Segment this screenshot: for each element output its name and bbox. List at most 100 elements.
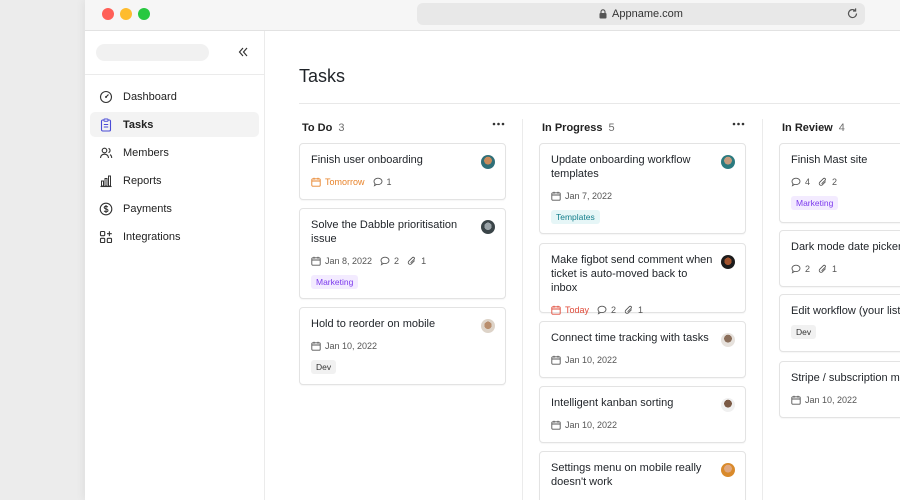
task-card[interactable]: Make figbot send comment when ticket is … [539,243,746,315]
sidebar-item-members[interactable]: Members [90,140,259,165]
task-card[interactable]: Finish user onboarding Tomorrow 1 [299,143,506,200]
task-card[interactable]: Hold to reorder on mobile Jan 10, 2022 D… [299,307,506,385]
sidebar-item-reports[interactable]: Reports [90,168,259,193]
task-card[interactable]: Stripe / subscription ma Jan 10, 2022 [779,361,900,418]
attachment-count: 1 [407,256,426,266]
close-window-button[interactable] [102,8,114,20]
avatar [481,220,495,234]
sidebar-search-input[interactable] [96,44,209,61]
calendar-icon [311,177,321,187]
task-meta: Jan 8, 2022 2 1 [311,254,494,268]
task-card[interactable]: Intelligent kanban sorting Jan 10, 2022 [539,386,746,443]
due-date: Tomorrow [311,177,365,187]
attachment-count: 1 [624,305,643,315]
due-date: Jan 10, 2022 [551,355,617,365]
task-card[interactable]: Dark mode date picker 2 1 [779,230,900,287]
task-title: Stripe / subscription ma [791,372,900,384]
attachment-count: 1 [818,264,837,274]
calendar-icon [791,395,801,405]
calendar-icon [551,305,561,315]
sidebar-item-dashboard[interactable]: Dashboard [90,84,259,109]
sidebar-item-label: Dashboard [123,90,177,103]
sidebar-item-payments[interactable]: Payments [90,196,259,221]
page-title: Tasks [299,66,346,86]
sidebar-item-label: Reports [123,174,162,187]
task-meta: 2 1 [791,262,900,276]
divider [299,103,900,104]
column-count: 4 [838,122,845,134]
comment-icon [373,177,382,187]
more-options-icon[interactable] [492,122,505,126]
column-divider [762,119,763,500]
reload-icon[interactable] [846,7,859,20]
address-bar[interactable]: Appname.com [417,3,865,25]
task-title: Settings menu on mobile really doesn't w… [551,462,702,488]
column-title: In Progress [542,122,603,134]
zoom-window-button[interactable] [138,8,150,20]
address-bar-url: Appname.com [612,8,683,20]
task-title: Intelligent kanban sorting [551,397,674,409]
avatar [481,319,495,333]
task-card[interactable]: Update onboarding workflow templates Jan… [539,143,746,234]
lock-icon [599,9,607,19]
comment-count: 2 [791,264,810,274]
column-header: In Review 4 [779,119,900,137]
due-date: Today [551,305,589,315]
column-header: To Do 3 [299,119,507,137]
calendar-icon [311,256,321,266]
task-card[interactable]: Settings menu on mobile really doesn't w… [539,451,746,500]
task-meta: Jan 10, 2022 [791,393,900,407]
task-title: Finish Mast site [791,154,868,166]
clipboard-icon [99,118,113,132]
due-date: Jan 8, 2022 [311,256,372,266]
tag-label: Marketing [311,275,359,289]
due-date: Jan 10, 2022 [551,420,617,430]
column-in-review: In Review 4 Finish Mast site 4 2 Marketi… [779,119,900,418]
task-meta: Jan 10, 2022 [311,339,494,353]
task-title: Solve the Dabble prioritisation issue [311,219,458,245]
dashboard-icon [99,90,113,104]
sidebar-item-label: Members [123,146,169,159]
task-card[interactable]: Edit workflow (your lists Dev [779,294,900,352]
task-title: Hold to reorder on mobile [311,318,436,330]
attachment-count: 2 [818,177,837,187]
sidebar: Dashboard Tasks Members Reports Payments… [85,31,265,500]
comment-icon [791,177,801,187]
sidebar-item-integrations[interactable]: Integrations [90,224,259,249]
tag-label: Templates [551,210,600,224]
calendar-icon [311,341,321,351]
sidebar-item-label: Integrations [123,230,181,243]
column-header: In Progress 5 [539,119,747,137]
sidebar-item-tasks[interactable]: Tasks [90,112,259,137]
due-date: Jan 10, 2022 [791,395,857,405]
minimize-window-button[interactable] [120,8,132,20]
bar-chart-icon [99,174,113,188]
avatar [721,255,735,269]
tag-label: Dev [311,360,337,374]
column-title: In Review [782,122,833,134]
task-meta: Today 2 1 [551,303,734,317]
sidebar-item-label: Payments [123,202,172,215]
tag-label: Dev [791,325,817,339]
task-card[interactable]: Solve the Dabble prioritisation issue Ja… [299,208,506,299]
calendar-icon [551,191,561,201]
comment-icon [380,256,390,266]
comment-count: 2 [597,305,616,315]
task-meta: Jan 7, 2022 [551,189,734,203]
task-meta: Jan 10, 2022 [551,353,734,367]
column-count: 5 [608,122,615,134]
more-options-icon[interactable] [732,122,745,126]
task-card[interactable]: Connect time tracking with tasks Jan 10,… [539,321,746,378]
task-title: Dark mode date picker [791,241,900,253]
calendar-icon [551,355,561,365]
avatar [721,333,735,347]
collapse-sidebar-icon[interactable] [237,46,249,58]
sidebar-header [85,31,264,75]
column-in-progress: In Progress 5 Update onboarding workflow… [539,119,747,500]
sidebar-item-label: Tasks [123,118,154,131]
task-title: Connect time tracking with tasks [551,332,709,344]
task-card[interactable]: Finish Mast site 4 2 Marketing [779,143,900,223]
sidebar-nav: Dashboard Tasks Members Reports Payments… [85,75,264,249]
avatar [481,155,495,169]
avatar [721,463,735,477]
